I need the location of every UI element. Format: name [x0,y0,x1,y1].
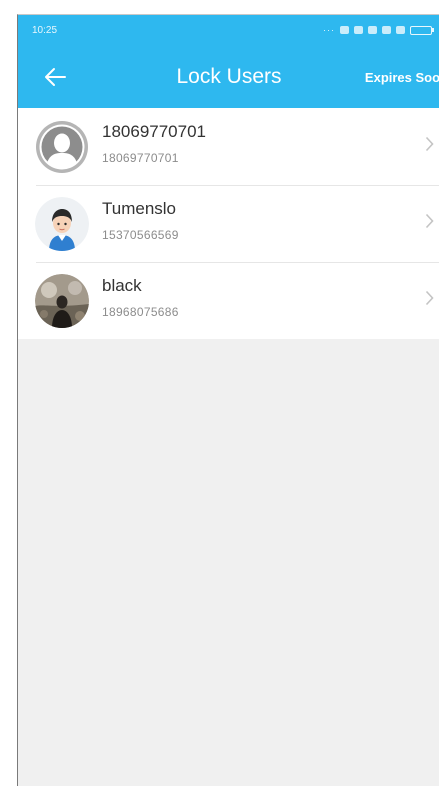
user-row[interactable]: black 18968075686 [18,262,439,339]
bluetooth-icon [340,26,349,34]
default-avatar-icon [36,120,88,173]
avatar [35,273,89,328]
app-header: Lock Users Expires Soon [18,45,439,108]
user-phone: 15370566569 [102,228,179,242]
user-list: 18069770701 18069770701 Tumenslo 1537056… [18,108,439,339]
alarm-icon [354,26,363,34]
expires-soon-button[interactable]: Expires Soon [365,70,439,85]
user-info: 18069770701 18069770701 [102,122,206,165]
dots-icon: ··· [323,25,335,35]
chevron-right-icon [425,213,434,229]
status-bar: 10:25 ··· [18,15,439,45]
status-icons: ··· [323,25,434,35]
app-screen: 10:25 ··· Lock Users Expires Soon [17,14,439,786]
chevron-right-icon [425,290,434,306]
chevron-right-icon [425,136,434,152]
user-name: black [102,276,142,295]
user-row[interactable]: Tumenslo 15370566569 [18,185,439,262]
user-name: 18069770701 [102,122,207,141]
user-info: Tumenslo 15370566569 [102,199,179,242]
user-phone: 18968075686 [102,305,179,319]
user-info: black 18968075686 [102,276,179,319]
wifi-icon [382,26,391,34]
photo-avatar [35,273,89,328]
user-name: Tumenslo [102,199,177,218]
signal-icon [396,26,405,34]
user-phone: 18069770701 [102,151,179,165]
user-row[interactable]: 18069770701 18069770701 [18,108,439,185]
avatar [35,196,89,251]
cartoon-avatar [35,196,89,251]
sim-icon [368,26,377,34]
battery-icon [410,25,434,35]
avatar [35,120,89,174]
status-time: 10:25 [32,24,58,36]
